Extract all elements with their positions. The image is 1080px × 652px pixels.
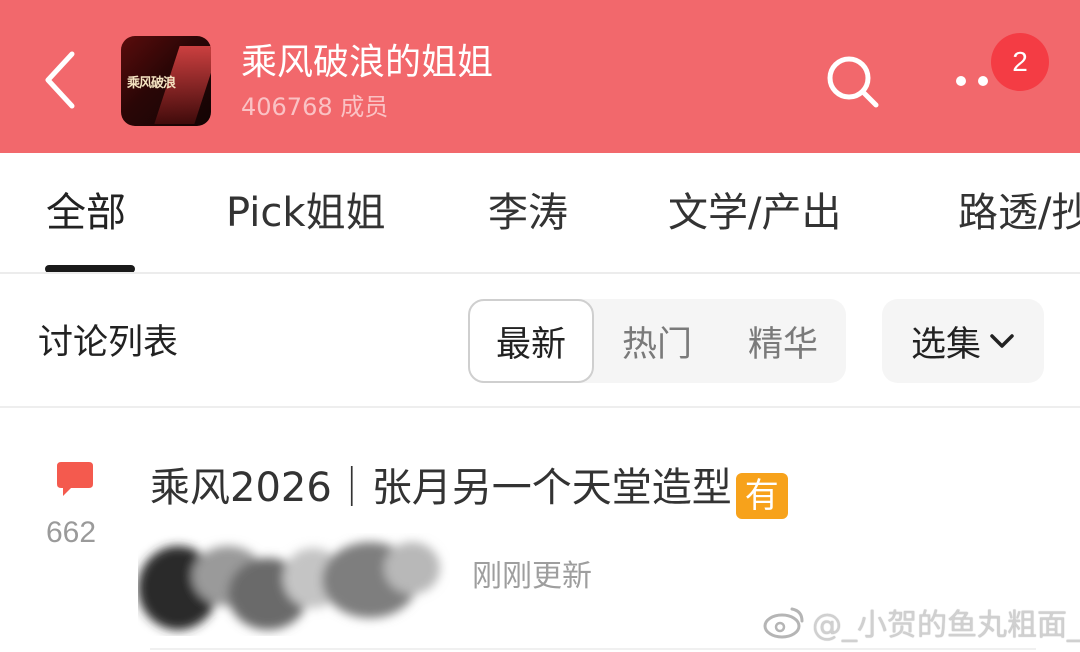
tab-literature[interactable]: 文学/产出 [668,187,841,239]
comment-count: 662 [46,516,97,549]
group-header: 乘风破浪 乘风破浪的姐姐 406768 成员 2 [0,0,1080,153]
sort-hot-button[interactable]: 热门 [594,299,720,383]
author-avatar-blurred [138,542,440,630]
tab-li-tao[interactable]: 李涛 [488,187,568,239]
episode-select-button[interactable]: 选集 [882,299,1044,383]
search-icon [827,56,879,108]
member-count: 406768 成员 [241,93,389,121]
more-dots-icon [978,76,988,86]
watermark: @_小贺的鱼丸粗面_ [762,600,1080,644]
comment-icon [57,462,93,496]
group-avatar[interactable]: 乘风破浪 [121,36,211,126]
post-title[interactable]: 乘风2026｜张月另一个天堂造型有 [150,462,788,519]
sort-featured-button[interactable]: 精华 [720,299,846,383]
search-button[interactable] [822,52,882,112]
back-chevron-icon [45,51,75,109]
back-button[interactable] [32,44,88,116]
watermark-text: @_小贺的鱼丸粗面_ [812,608,1080,643]
active-tab-indicator [45,265,135,272]
discussion-list-title: 讨论列表 [38,323,179,363]
avatar-logo-text: 乘风破浪 [127,76,176,91]
divider [150,648,1036,650]
updated-time: 刚刚更新 [472,559,592,594]
sort-segmented-control: 最新 热门 精华 [468,299,846,383]
tab-paparazzi[interactable]: 路透/抄 [958,187,1080,239]
category-tabs: 全部 Pick姐姐 李涛 文学/产出 路透/抄 [0,153,1080,274]
tab-all[interactable]: 全部 [46,187,126,239]
group-title: 乘风破浪的姐姐 [241,42,494,83]
list-item[interactable]: 662 乘风2026｜张月另一个天堂造型有 刚刚更新 @_小贺的鱼丸粗面_ [0,410,1080,652]
tab-pick-sisters[interactable]: Pick姐姐 [226,187,386,239]
notification-badge: 2 [991,33,1049,91]
post-title-text: 乘风2026｜张月另一个天堂造型 [150,465,732,511]
discussion-list-bar: 讨论列表 最新 热门 精华 选集 [0,276,1080,408]
more-dots-icon [956,76,966,86]
has-content-badge: 有 [735,473,788,519]
weibo-icon [763,607,804,639]
episode-select-label: 选集 [910,324,981,365]
chevron-down-icon [990,334,1014,348]
sort-latest-button[interactable]: 最新 [468,299,594,383]
